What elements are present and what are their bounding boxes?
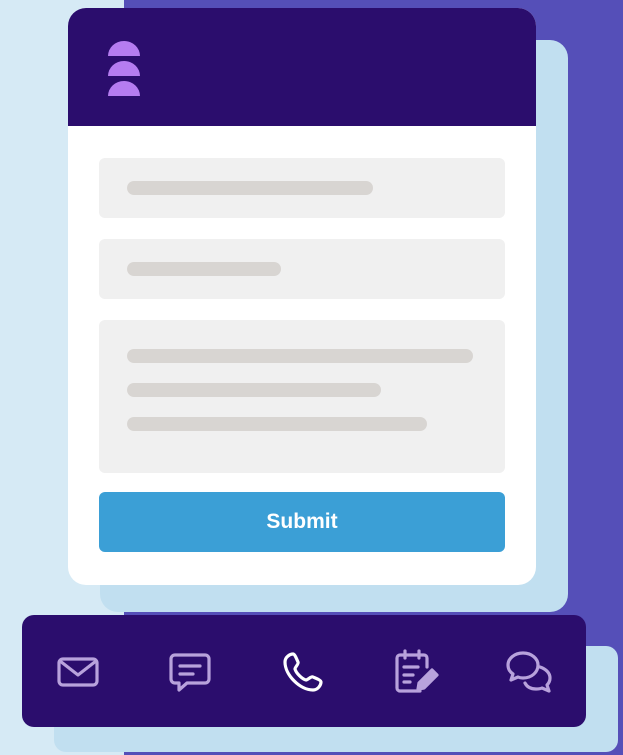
contact-channel-bar [22, 615, 586, 727]
textarea-placeholder-line [127, 383, 381, 397]
nav-item-conversation[interactable] [502, 645, 556, 699]
mail-icon [57, 657, 99, 687]
textarea-placeholder-line [127, 349, 473, 363]
nav-item-chat[interactable] [163, 645, 217, 699]
logo-icon [108, 41, 140, 96]
field-placeholder-line [127, 181, 373, 195]
chat-icon [169, 653, 211, 692]
nav-item-form[interactable] [388, 645, 442, 699]
email-field[interactable] [99, 239, 505, 299]
phone-icon [283, 652, 323, 692]
conversation-icon [506, 651, 552, 693]
message-textarea[interactable] [99, 320, 505, 473]
nav-item-mail[interactable] [51, 645, 105, 699]
card-header [68, 8, 536, 126]
contact-form-card: Submit [68, 8, 536, 585]
name-field[interactable] [99, 158, 505, 218]
field-placeholder-line [127, 262, 281, 276]
nav-item-phone[interactable] [276, 645, 330, 699]
submit-button[interactable]: Submit [99, 492, 505, 552]
form-edit-icon [395, 649, 439, 693]
textarea-placeholder-line [127, 417, 427, 431]
